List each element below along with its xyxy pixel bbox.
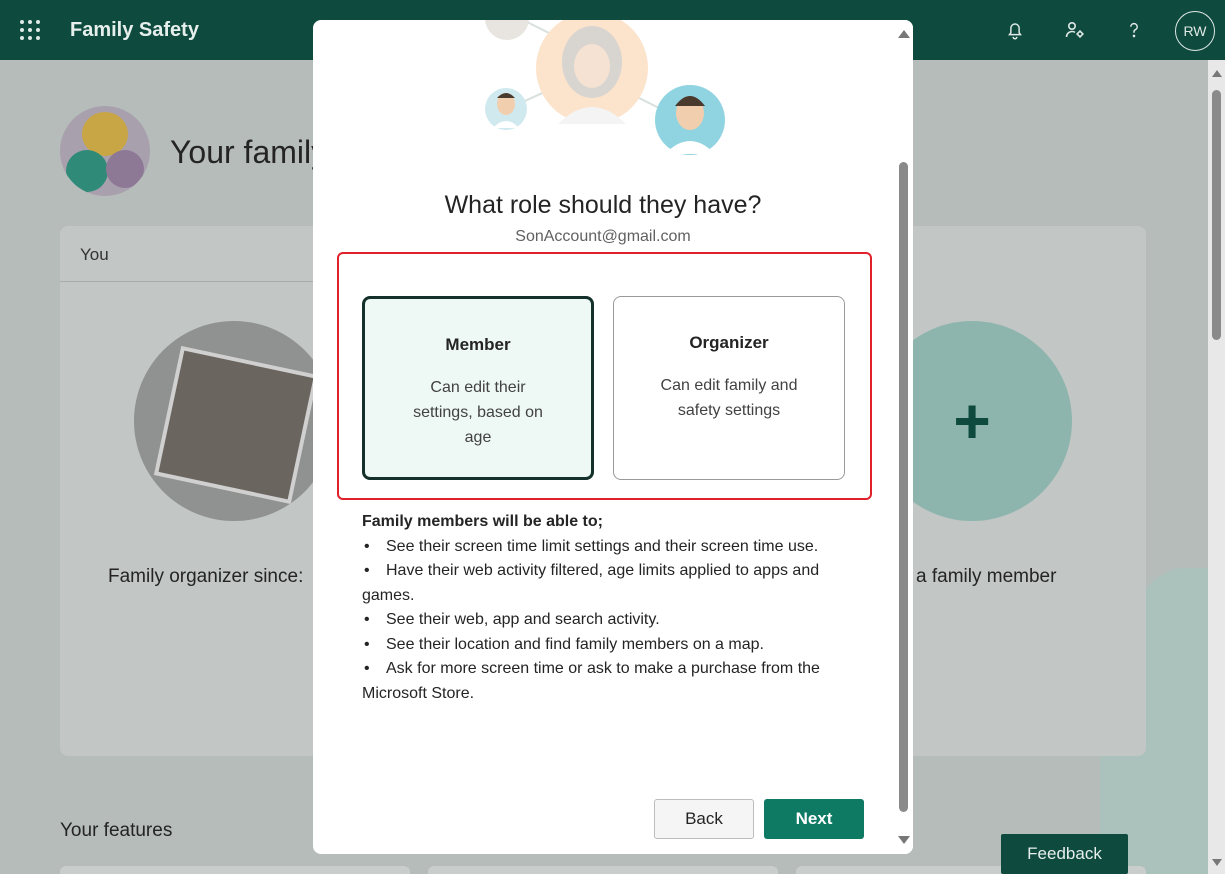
features-title: Your features (60, 820, 173, 841)
plus-icon: + (953, 385, 991, 457)
organizer-since-label: Family organizer since: (108, 566, 304, 587)
back-button[interactable]: Back (654, 799, 754, 839)
account-email: SonAccount@gmail.com (515, 228, 691, 245)
app-launcher-icon[interactable] (20, 20, 40, 40)
feedback-button[interactable]: Feedback (1001, 834, 1128, 874)
scroll-up-icon[interactable] (898, 30, 910, 38)
help-icon[interactable] (1120, 16, 1148, 44)
family-illustration-icon (485, 20, 725, 155)
abilities-heading: Family members will be able to; (362, 513, 603, 530)
page-scrollbar[interactable] (1208, 60, 1225, 874)
list-item: • See their screen time limit settings an… (364, 537, 819, 555)
list-item: • See their web, app and search activity. (364, 611, 660, 628)
role-option-organizer[interactable]: Organizer Can edit family and safety set… (613, 296, 845, 480)
dialog-scrollbar-thumb[interactable] (899, 162, 908, 812)
app-title[interactable]: Family Safety (70, 19, 199, 42)
family-avatar (60, 106, 150, 196)
scroll-down-icon[interactable] (1212, 859, 1222, 866)
list-item: • See their location and find family memb… (364, 635, 764, 653)
scroll-up-icon[interactable] (1212, 70, 1222, 77)
list-item: • Have their web activity filtered, age l… (362, 562, 820, 604)
role-option-member[interactable]: Member Can edit their settings, based on… (362, 296, 594, 480)
feature-tile[interactable] (60, 866, 410, 874)
dialog-scrollbar[interactable] (894, 20, 913, 854)
account-avatar[interactable]: RW (1175, 11, 1215, 51)
people-settings-icon[interactable] (1061, 16, 1089, 44)
scroll-down-icon[interactable] (898, 836, 910, 844)
role-dialog: What role should they have? SonAccount@g… (313, 20, 913, 854)
role-description: Can edit their settings, based on age (413, 379, 543, 446)
role-description: Can edit family and safety settings (660, 377, 798, 419)
profile-photo (153, 345, 319, 505)
family-heading: Your family (170, 134, 328, 170)
feature-tile[interactable] (428, 866, 778, 874)
you-tab-label: You (80, 245, 109, 264)
bell-icon[interactable] (1001, 16, 1029, 44)
profile-picture[interactable] (134, 321, 334, 521)
role-title: Member (445, 335, 511, 354)
abilities-list: Family members will be able to; • See the… (362, 510, 842, 706)
next-button[interactable]: Next (764, 799, 864, 839)
role-title: Organizer (689, 333, 769, 352)
add-member-label[interactable]: a family member (916, 566, 1056, 588)
list-item: • Ask for more screen time or ask to make… (362, 660, 820, 702)
page-scrollbar-thumb[interactable] (1212, 90, 1221, 340)
dialog-title: What role should they have? (444, 191, 762, 219)
